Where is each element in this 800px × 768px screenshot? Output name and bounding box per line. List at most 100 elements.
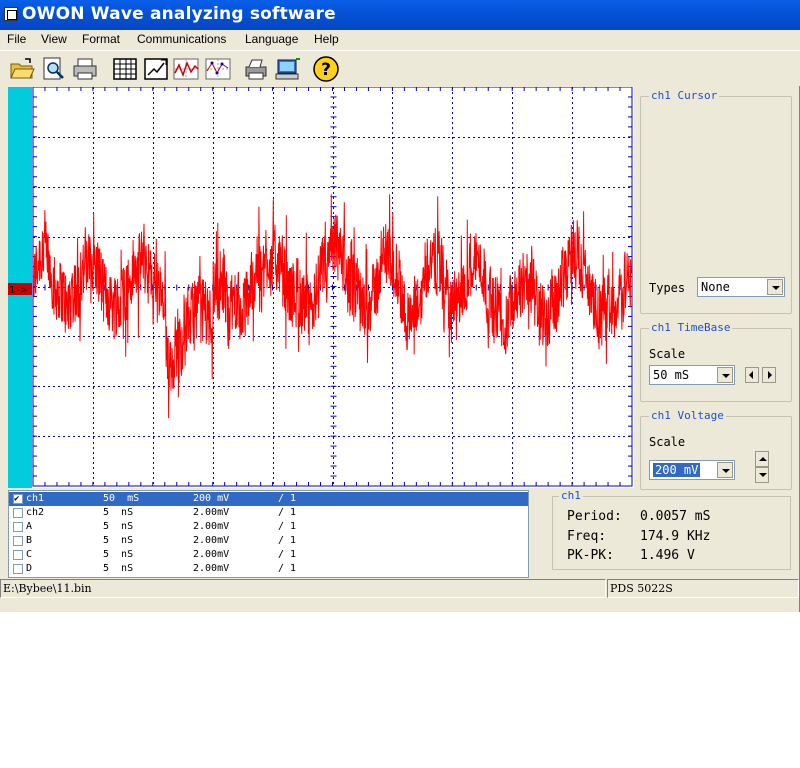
menu-help[interactable]: Help [314, 32, 339, 46]
menu-file[interactable]: File [7, 32, 26, 46]
table-icon[interactable] [111, 55, 139, 83]
channel-time: 5 nS [103, 535, 134, 546]
menu-format[interactable]: Format [82, 32, 120, 46]
timebase-decrease-button[interactable] [745, 367, 759, 383]
channel-checkbox[interactable] [13, 522, 23, 532]
toolbar: ? [0, 50, 800, 86]
cursor-types-select[interactable]: None [697, 277, 785, 297]
channel-checkbox[interactable] [13, 492, 23, 506]
channel-checkbox[interactable] [13, 550, 23, 560]
channel-time: 5 nS [103, 507, 134, 518]
channel-time: 5 nS [103, 563, 134, 574]
waveform-points-icon[interactable] [204, 55, 232, 83]
status-file-path: E:\Bybee\11.bin [0, 579, 606, 598]
channel-row-a[interactable]: A 5 nS 2.00mV / 1 [9, 520, 528, 534]
channel-volt: 2.00mV [193, 521, 230, 532]
side-panel: ch1 Cursor Types None ch1 TimeBase Scale… [638, 86, 798, 490]
channel-time: 5 nS [103, 521, 134, 532]
channel-volt: 2.00mV [193, 563, 230, 574]
timebase-increase-button[interactable] [762, 367, 776, 383]
pkpk-row: PK-PK: 1.496 V [567, 548, 695, 563]
timebase-scale-label: Scale [649, 347, 686, 361]
channel-marker-label: 1-> [9, 285, 27, 296]
channel-name: ch2 [26, 507, 45, 518]
voltage-decrease-button[interactable] [755, 467, 769, 483]
channel-checkbox[interactable] [13, 536, 23, 546]
period-value: 0.0057 mS [640, 509, 711, 524]
freq-value: 174.9 KHz [640, 529, 711, 544]
channel-row-ch1[interactable]: ch1 50 mS 200 mV / 1 [9, 492, 528, 506]
status-bar: E:\Bybee\11.bin PDS 5022S [0, 579, 800, 599]
channel-probe: / 1 [278, 521, 297, 532]
channel-probe: / 1 [278, 563, 297, 574]
timebase-group: ch1 TimeBase Scale 50 mS [640, 321, 792, 402]
zoom-preview-icon[interactable] [40, 55, 68, 83]
cursor-group-title: ch1 Cursor [649, 89, 720, 102]
channel-name: A [26, 521, 33, 532]
timebase-scale-value: 50 mS [653, 368, 690, 382]
menu-view[interactable]: View [41, 32, 67, 46]
period-row: Period: 0.0057 mS [567, 509, 710, 524]
menu-bar: File View Format Communications Language… [0, 30, 800, 50]
channel-probe: / 1 [278, 493, 297, 504]
printer-icon[interactable] [71, 55, 99, 83]
title-bar[interactable]: OWON Wave analyzing software [0, 0, 800, 30]
open-folder-icon[interactable] [8, 55, 36, 83]
channel-volt: 2.00mV [193, 549, 230, 560]
menu-language[interactable]: Language [245, 32, 298, 46]
channel-checkbox[interactable] [13, 564, 23, 574]
chevron-down-icon[interactable] [767, 279, 783, 295]
voltage-scale-value: 200 mV [653, 463, 701, 477]
channel-probe: / 1 [278, 535, 297, 546]
status-device: PDS 5022S [607, 579, 799, 598]
app-icon [4, 7, 18, 21]
channel-volt: 2.00mV [193, 507, 230, 518]
types-label: Types [649, 281, 686, 295]
channel-time: 50 mS [103, 493, 140, 504]
window-title: OWON Wave analyzing software [22, 4, 336, 24]
channel-time: 5 nS [103, 549, 134, 560]
timebase-scale-select[interactable]: 50 mS [649, 365, 735, 385]
channel-volt: 2.00mV [193, 535, 230, 546]
channel-row-c[interactable]: C 5 nS 2.00mV / 1 [9, 548, 528, 562]
help-icon[interactable]: ? [312, 55, 340, 83]
device-connect-icon[interactable] [274, 55, 302, 83]
chevron-down-icon[interactable] [717, 367, 733, 383]
channel-row-b[interactable]: B 5 nS 2.00mV / 1 [9, 534, 528, 548]
svg-text:?: ? [321, 60, 331, 80]
voltage-scale-select[interactable]: 200 mV [649, 460, 735, 480]
channel-volt: 200 mV [193, 493, 230, 504]
freq-row: Freq: 174.9 KHz [567, 529, 710, 544]
channel-name: C [26, 549, 33, 560]
pkpk-label: PK-PK: [567, 548, 614, 563]
channel-row-ch2[interactable]: ch2 5 nS 2.00mV / 1 [9, 506, 528, 520]
channel-name: D [26, 563, 33, 574]
voltage-increase-button[interactable] [755, 451, 769, 467]
channel-probe: / 1 [278, 549, 297, 560]
pkpk-value: 1.496 V [640, 548, 695, 563]
channel-row-d[interactable]: D 5 nS 2.00mV / 1 [9, 562, 528, 576]
waveform-canvas: 1-> [8, 87, 633, 488]
waveform-display[interactable]: 1-> [8, 87, 634, 488]
channel-list[interactable]: ch1 50 mS 200 mV / 1 ch2 5 nS 2.00mV / 1 A 5 nS 2.… [8, 490, 529, 578]
app-window: OWON Wave analyzing software File View F… [0, 0, 800, 612]
period-label: Period: [567, 509, 622, 524]
channel-name: B [26, 535, 33, 546]
voltage-group: ch1 Voltage Scale 200 mV [640, 409, 792, 490]
freq-label: Freq: [567, 529, 607, 544]
chevron-down-icon[interactable] [717, 462, 733, 478]
voltage-scale-label: Scale [649, 435, 686, 449]
channel-checkbox[interactable] [13, 508, 23, 518]
edit-chart-icon[interactable] [142, 55, 170, 83]
cursor-group: ch1 Cursor Types None [640, 89, 792, 314]
measurement-title: ch1 [559, 489, 583, 502]
voltage-group-title: ch1 Voltage [649, 409, 726, 422]
channel-probe: / 1 [278, 507, 297, 518]
waveform-icon[interactable] [172, 55, 200, 83]
print-setup-icon[interactable] [242, 55, 270, 83]
menu-communications[interactable]: Communications [137, 32, 226, 46]
timebase-group-title: ch1 TimeBase [649, 321, 733, 334]
channel-name: ch1 [26, 493, 45, 504]
cursor-types-value: None [701, 280, 730, 294]
measurement-box: ch1 Period: 0.0057 mS Freq: 174.9 KHz PK-P… [552, 489, 791, 570]
